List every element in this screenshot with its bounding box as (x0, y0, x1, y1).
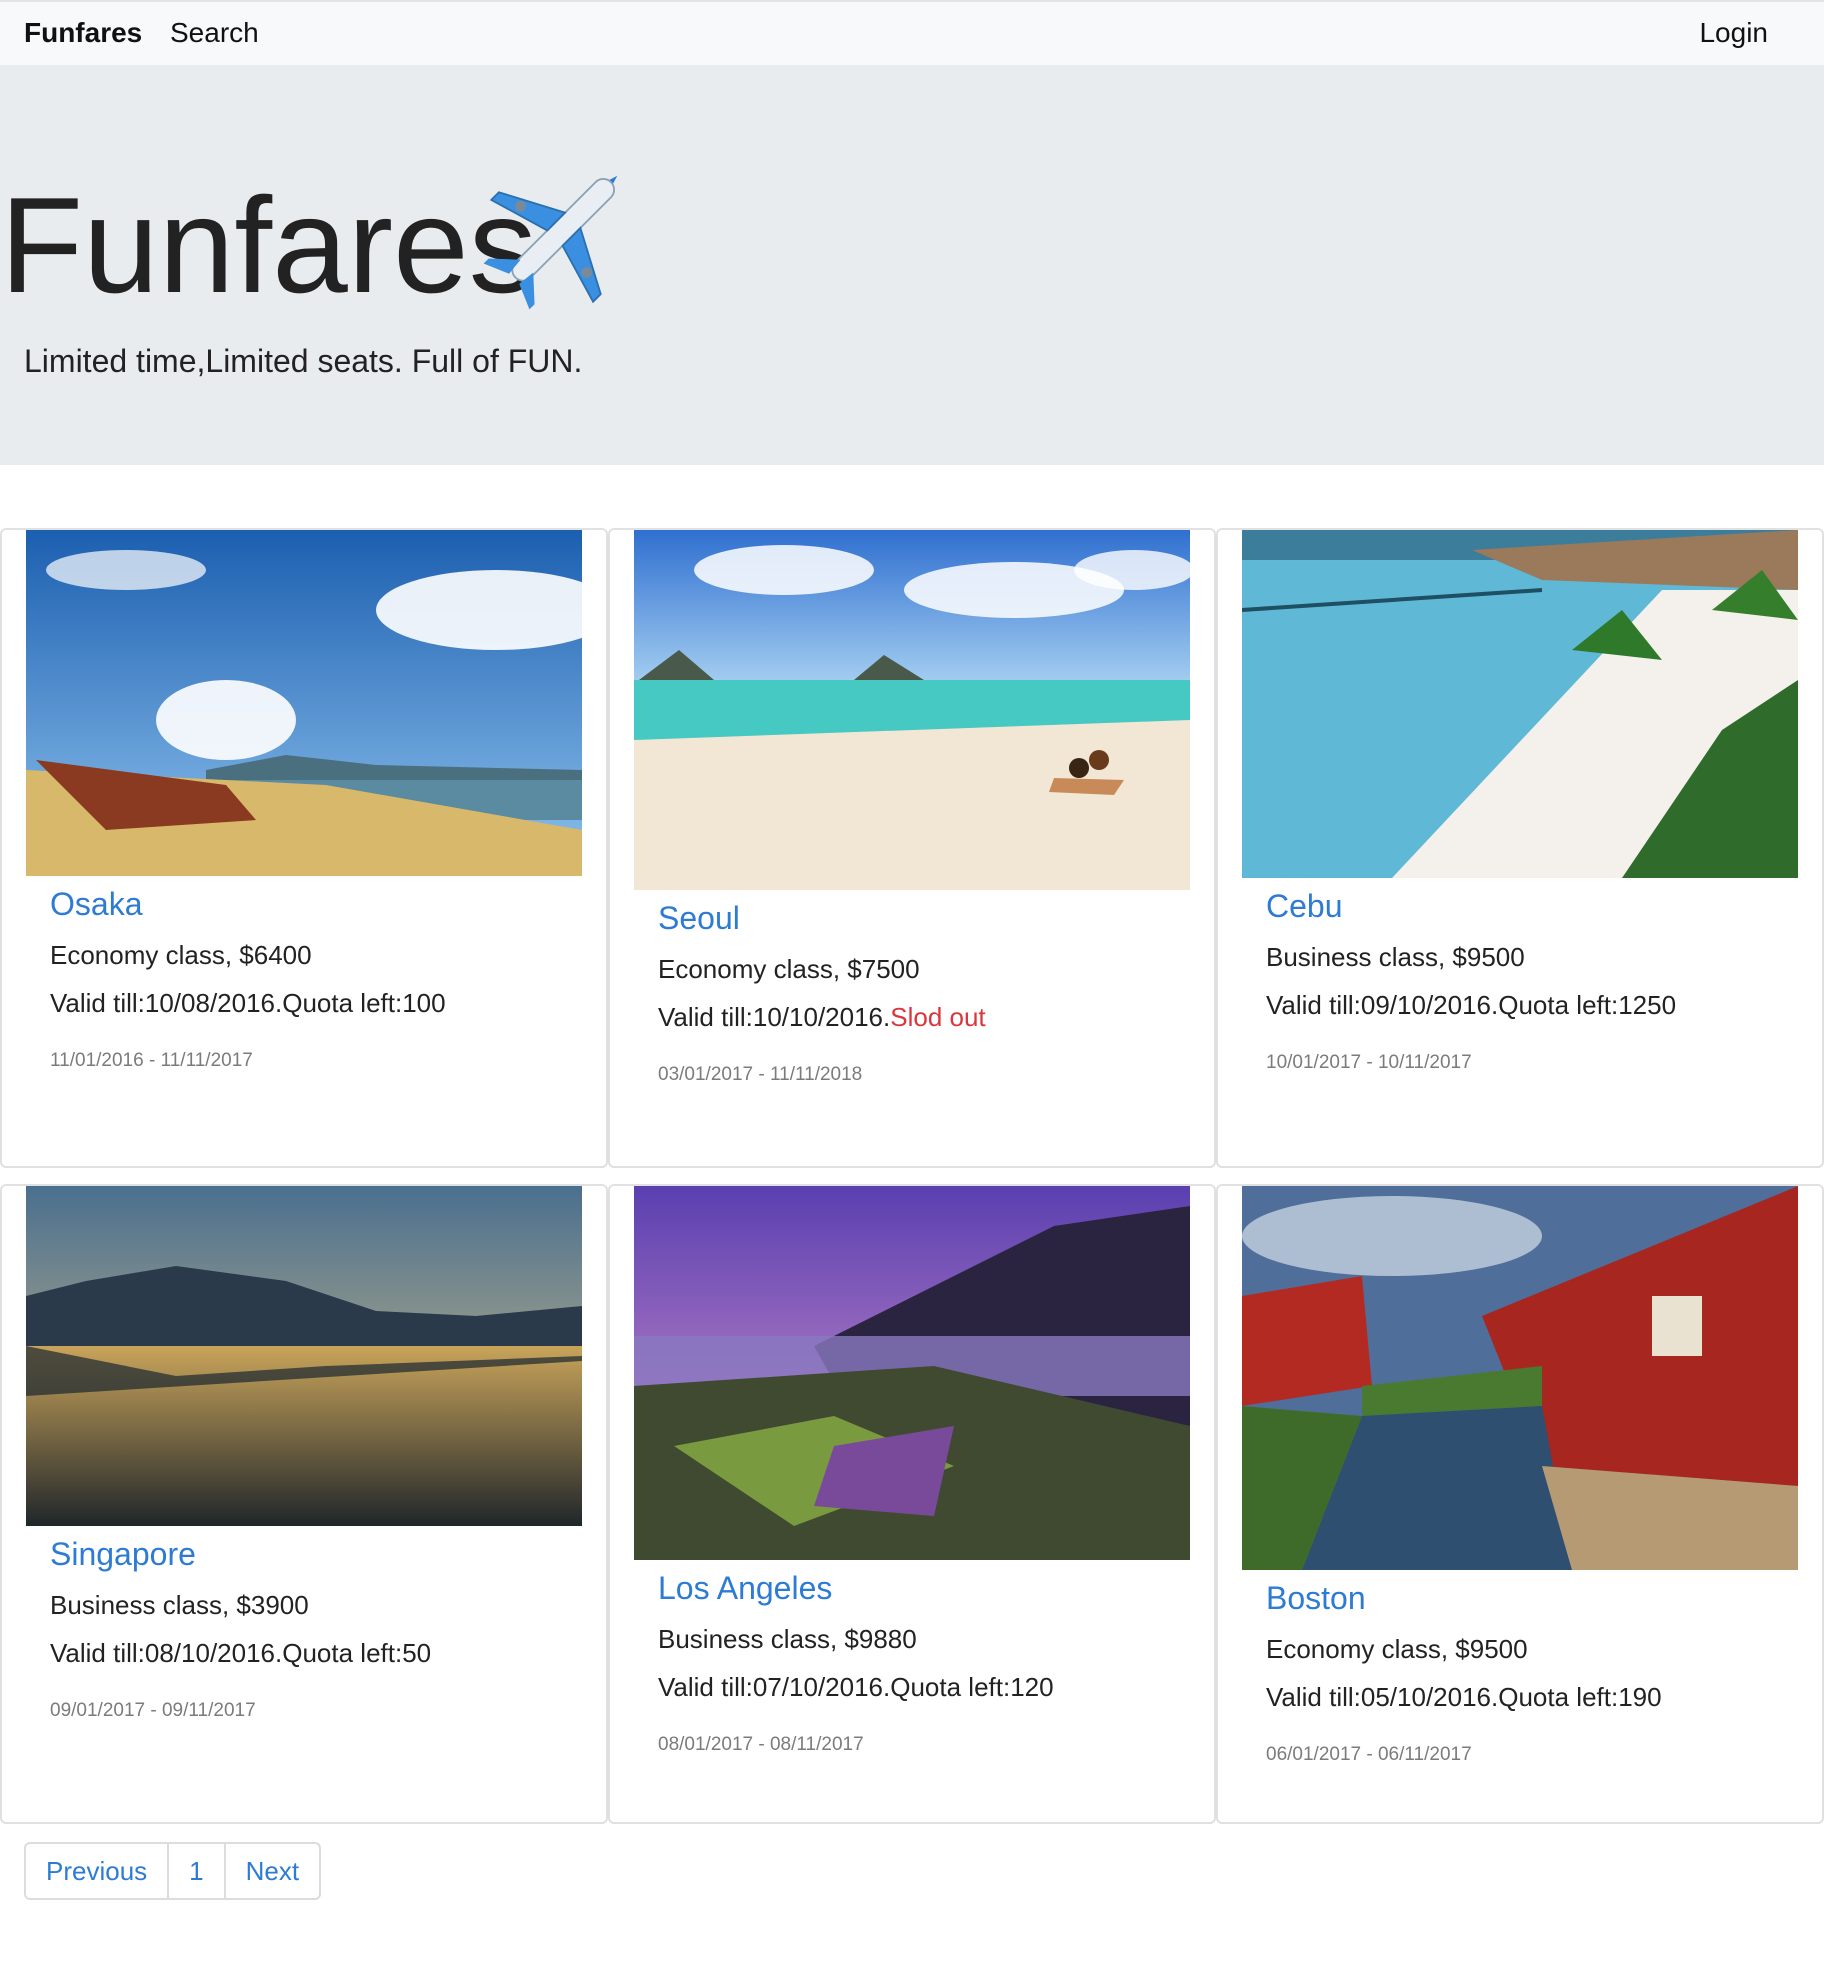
card-title[interactable]: Osaka (50, 886, 142, 923)
card-title[interactable]: Singapore (50, 1536, 196, 1573)
nav-search-link[interactable]: Search (170, 17, 259, 49)
card-class-price: Business class, $9500 (1266, 942, 1525, 972)
hero-subtitle: Limited time,Limited seats. Full of FUN. (24, 343, 583, 379)
card-dates: 08/01/2017 - 08/11/2017 (658, 1734, 864, 1755)
card-dates: 06/01/2017 - 06/11/2017 (1266, 1744, 1472, 1765)
card-dates: 09/01/2017 - 09/11/2017 (50, 1700, 256, 1721)
fare-card-los-angeles[interactable]: Los Angeles Business class, $9880 Valid … (608, 1184, 1216, 1824)
pagination: Previous 1 Next (24, 1842, 322, 1900)
card-class-price: Business class, $3900 (50, 1590, 309, 1620)
card-image-boston[interactable] (1242, 1186, 1798, 1570)
card-validity: Valid till:08/10/2016.Quota left:50 (50, 1638, 432, 1668)
hero-jumbotron: Funfares Limited time,Limited seats. Ful… (0, 65, 1824, 465)
pagination-page-1[interactable]: 1 (169, 1844, 226, 1898)
card-title[interactable]: Los Angeles (658, 1570, 832, 1607)
card-dates: 03/01/2017 - 11/11/2018 (658, 1064, 863, 1085)
card-title[interactable]: Cebu (1266, 888, 1343, 925)
card-image-cebu[interactable] (1242, 530, 1798, 878)
card-image-singapore[interactable] (26, 1186, 582, 1526)
card-dates: 10/01/2017 - 10/11/2017 (1266, 1052, 1472, 1073)
card-validity: Valid till:09/10/2016.Quota left:1250 (1266, 990, 1677, 1020)
pagination-previous[interactable]: Previous (26, 1844, 170, 1898)
pagination-next[interactable]: Next (226, 1844, 319, 1898)
airplane-icon (483, 175, 618, 310)
card-validity-text: Valid till:10/10/2016. (658, 1002, 891, 1032)
card-image-los-angeles[interactable] (634, 1186, 1190, 1560)
card-image-osaka[interactable] (26, 530, 582, 876)
card-dates: 11/01/2016 - 11/11/2017 (50, 1050, 253, 1071)
card-class-price: Business class, $9880 (658, 1624, 917, 1654)
card-validity: Valid till:05/10/2016.Quota left:190 (1266, 1682, 1662, 1712)
card-title[interactable]: Seoul (658, 900, 740, 937)
fare-card-seoul[interactable]: Seoul Economy class, $7500 Valid till:10… (608, 528, 1216, 1168)
card-image-seoul[interactable] (634, 530, 1190, 890)
card-class-price: Economy class, $7500 (658, 954, 920, 984)
card-title[interactable]: Boston (1266, 1580, 1366, 1617)
soldout-badge: Slod out (890, 1002, 986, 1032)
navbar: Funfares Search Login (0, 0, 1824, 65)
navbar-brand[interactable]: Funfares (24, 17, 142, 49)
fare-card-boston[interactable]: Boston Economy class, $9500 Valid till:0… (1216, 1184, 1824, 1824)
hero-title: Funfares (0, 169, 537, 321)
fare-card-osaka[interactable]: Osaka Economy class, $6400 Valid till:10… (0, 528, 608, 1168)
card-class-price: Economy class, $6400 (50, 940, 312, 970)
card-validity: Valid till:07/10/2016.Quota left:120 (658, 1672, 1054, 1702)
card-class-price: Economy class, $9500 (1266, 1634, 1528, 1664)
fare-card-singapore[interactable]: Singapore Business class, $3900 Valid ti… (0, 1184, 608, 1824)
card-validity: Valid till:10/10/2016.Slod out (658, 1002, 986, 1033)
card-validity: Valid till:10/08/2016.Quota left:100 (50, 988, 446, 1018)
fare-card-cebu[interactable]: Cebu Business class, $9500 Valid till:09… (1216, 528, 1824, 1168)
nav-login-link[interactable]: Login (1699, 17, 1768, 49)
